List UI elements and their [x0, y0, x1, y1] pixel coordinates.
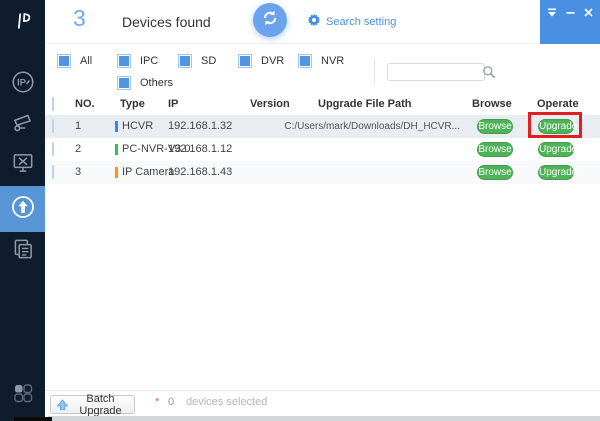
table-row[interactable]: 1 HCVR 192.168.1.32 C:/Users/mark/Downlo…: [45, 115, 600, 138]
filter-sd-label: SD: [201, 55, 216, 67]
minimize-button[interactable]: [564, 6, 576, 18]
window-controls: [540, 0, 600, 44]
search-button[interactable]: [482, 65, 496, 82]
cell-no: 2: [75, 138, 81, 161]
app-logo: [0, 7, 45, 39]
cell-ip: 192.168.1.32: [168, 115, 232, 138]
checkbox-dvr[interactable]: [238, 54, 252, 68]
selected-count: 0: [168, 396, 174, 408]
upgrade-button[interactable]: Upgrade: [538, 142, 574, 157]
filter-nvr[interactable]: NVR: [298, 54, 344, 68]
search-setting-label: Search setting: [326, 16, 396, 28]
refresh-icon: [260, 8, 280, 33]
search-setting-button[interactable]: Search setting: [307, 13, 396, 30]
sidebar-item-device-upgrade[interactable]: [0, 186, 45, 232]
cell-ip: 192.168.1.12: [168, 138, 232, 161]
sidebar-item-device-maintenance[interactable]: [0, 144, 45, 186]
column-header-no: NO.: [75, 93, 95, 115]
sidebar-item-camera-settings[interactable]: [0, 103, 45, 145]
column-header-version: Version: [250, 93, 290, 115]
app-window: IP: [0, 0, 600, 421]
apps-icon: [11, 381, 35, 410]
browse-button[interactable]: Browse: [477, 142, 513, 157]
column-header-ip: IP: [168, 93, 178, 115]
filter-nvr-label: NVR: [321, 55, 344, 67]
device-upgrade-icon: [9, 193, 37, 226]
filter-others[interactable]: Others: [117, 76, 173, 90]
browse-button[interactable]: Browse: [477, 165, 513, 180]
sidebar-item-apps[interactable]: [0, 378, 45, 412]
checkbox-others[interactable]: [117, 76, 131, 90]
collapse-button[interactable]: [546, 6, 558, 18]
checkbox-all[interactable]: [57, 54, 71, 68]
ip-config-icon: IP: [10, 69, 36, 100]
device-type-color-bar: [115, 167, 118, 178]
footer-bar: Batch Upgrade * 0 devices selected: [45, 390, 600, 416]
titlebar: 3 Devices found Search setting: [45, 0, 600, 44]
filter-ipc[interactable]: IPC: [117, 54, 158, 68]
upgrade-button[interactable]: Upgrade: [538, 119, 574, 134]
svg-text:IP: IP: [17, 77, 26, 87]
device-type-color-bar: [115, 121, 118, 132]
magnifier-icon: [482, 67, 496, 82]
cell-no: 3: [75, 161, 81, 184]
search-input[interactable]: [387, 63, 485, 81]
documents-icon: [10, 236, 36, 267]
cell-type: IP Camera: [122, 161, 174, 184]
device-maintenance-icon: [10, 150, 36, 181]
refresh-button[interactable]: [253, 3, 287, 37]
column-header-type: Type: [120, 93, 145, 115]
table-header-row: NO. Type IP Version Upgrade File Path Br…: [45, 93, 600, 115]
camera-settings-icon: [10, 109, 36, 140]
window-bottom-notch: [14, 417, 52, 421]
page-title: Devices found: [122, 14, 211, 30]
column-header-operate: Operate: [537, 93, 579, 115]
filter-ipc-label: IPC: [140, 55, 158, 67]
sidebar: IP: [0, 0, 45, 421]
browse-button[interactable]: Browse: [477, 119, 513, 134]
cell-no: 1: [75, 115, 81, 138]
close-button[interactable]: [582, 6, 594, 18]
device-table: NO. Type IP Version Upgrade File Path Br…: [45, 93, 600, 390]
window-bottom-edge: [48, 416, 600, 421]
device-count: 3: [73, 5, 86, 32]
select-all-checkbox[interactable]: [52, 97, 54, 111]
table-row[interactable]: 3 IP Camera 192.168.1.43 Browse Upgrade: [45, 161, 600, 184]
filter-all[interactable]: All: [57, 54, 92, 68]
sidebar-item-documents[interactable]: [0, 230, 45, 272]
batch-upgrade-button[interactable]: Batch Upgrade: [50, 395, 135, 414]
column-header-path: Upgrade File Path: [318, 93, 412, 115]
checkbox-nvr[interactable]: [298, 54, 312, 68]
filter-all-label: All: [80, 55, 92, 67]
vertical-divider: [374, 58, 375, 84]
gear-icon: [307, 13, 321, 30]
brand-logo-icon: [12, 9, 34, 38]
upload-arrow-icon: [56, 399, 69, 411]
filter-bar: All IPC SD DVR NVR Others: [45, 45, 600, 96]
cell-type: HCVR: [122, 115, 153, 138]
checkbox-sd[interactable]: [178, 54, 192, 68]
required-mark: *: [155, 396, 159, 408]
batch-upgrade-label: Batch Upgrade: [72, 393, 129, 417]
selected-label: devices selected: [186, 396, 267, 408]
row-checkbox[interactable]: [52, 119, 54, 133]
filter-sd[interactable]: SD: [178, 54, 216, 68]
row-checkbox[interactable]: [52, 165, 54, 179]
row-checkbox[interactable]: [52, 142, 54, 156]
column-header-browse: Browse: [472, 93, 512, 115]
filter-dvr-label: DVR: [261, 55, 284, 67]
table-row[interactable]: 2 PC-NVR-V3.0 192.168.1.12 Browse Upgrad…: [45, 138, 600, 161]
sidebar-item-ip-config[interactable]: IP: [0, 63, 45, 105]
device-type-color-bar: [115, 144, 118, 155]
cell-ip: 192.168.1.43: [168, 161, 232, 184]
filter-others-label: Others: [140, 77, 173, 89]
filter-dvr[interactable]: DVR: [238, 54, 284, 68]
checkbox-ipc[interactable]: [117, 54, 131, 68]
upgrade-button[interactable]: Upgrade: [538, 165, 574, 180]
cell-upgrade-file-path: C:/Users/mark/Downloads/DH_HCVR...: [225, 115, 460, 138]
